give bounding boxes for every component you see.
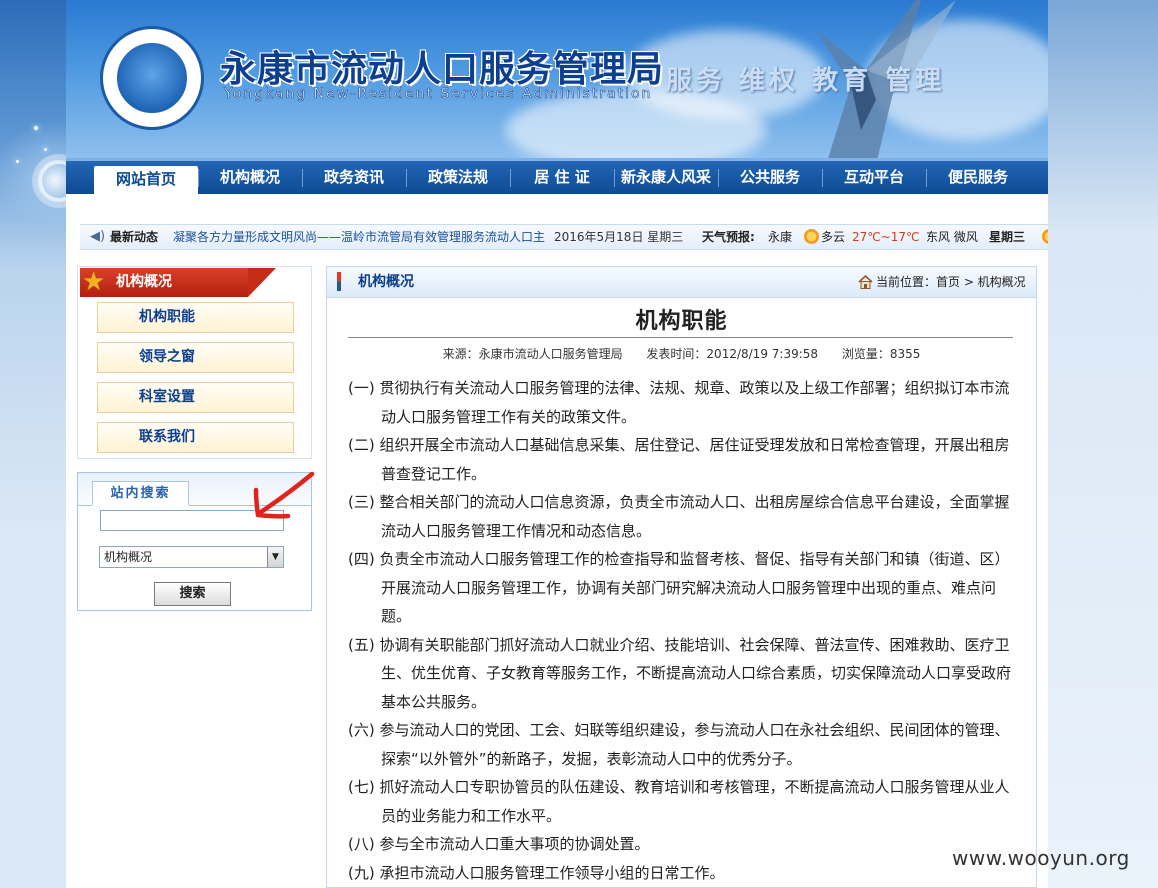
nav-item-new-residents[interactable]: 新永康人风采 (614, 161, 718, 194)
article-paragraph: (八) 参与全市流动人口重大事项的协调处置。 (348, 835, 650, 853)
page-container: 永康市流动人口服务管理局 Yongkang New-Resident Servi… (66, 0, 1048, 888)
article-body: (一) 贯彻执行有关流动人口服务管理的法律、法规、规章、政策以及上级工作部署；组… (348, 374, 1013, 887)
main-nav: 网站首页 机构概况 政务资讯 政策法规 居 住 证 新永康人风采 公共服务 互动… (66, 158, 1048, 196)
watermark: www.wooyun.org (952, 846, 1130, 870)
weather-city: 永康 (768, 230, 793, 244)
site-title: 永康市流动人口服务管理局 (220, 48, 665, 90)
red-arrow-annotation (253, 471, 315, 519)
sidebar-menu: 机构概况 ★ 机构职能 领导之窗 科室设置 联系我们 (77, 266, 312, 459)
content-panel: 机构概况 当前位置：首页 > 机构概况 机构职能 来源：永康市流动人口服务管理局… (326, 266, 1037, 888)
sidebar-item-contact[interactable]: 联系我们 (97, 422, 294, 453)
right-decoration (1048, 0, 1158, 888)
nav-item-residence-permit[interactable]: 居 住 证 (510, 161, 614, 194)
sparkle-icon (34, 126, 38, 130)
search-button[interactable]: 搜索 (154, 582, 231, 606)
article-paragraph: (六) 参与流动人口的党团、工会、妇联等组织建设，参与流动人口在永社会组织、民间… (348, 721, 1010, 768)
nav-item-about[interactable]: 机构概况 (198, 161, 302, 194)
article-source: 来源：永康市流动人口服务管理局 (442, 347, 623, 361)
article-paragraph: (二) 组织开展全市流动人口基础信息采集、居住登记、居住证受理发放和日常检查管理… (348, 436, 1010, 483)
left-decoration (0, 0, 80, 888)
home-icon (858, 275, 873, 289)
site-subtitle: Yongkang New-Resident Services Administr… (224, 86, 653, 103)
section-marker (337, 272, 341, 291)
article-paragraph: (七) 抓好流动人口专职协管员的队伍建设、教育培训和考核管理，不断提高流动人口服… (348, 778, 1010, 825)
search-category-select[interactable]: 机构概况 ▼ (99, 546, 284, 568)
nav-item-public-services[interactable]: 公共服务 (718, 161, 822, 194)
weather-condition: 多云 (821, 230, 846, 244)
nav-item-home[interactable]: 网站首页 (94, 166, 198, 196)
news-ticker: ◀) 最新动态 凝聚各方力量形成文明风尚——温岭市流管局有效管理服务流动人口主 … (80, 224, 1048, 250)
article-publish-time: 发表时间：2012/8/19 7:39:58 (646, 347, 819, 361)
sparkle-icon (44, 148, 47, 151)
ticker-date: 2016年5月18日 星期三 (554, 230, 684, 244)
search-category-value: 机构概况 (104, 550, 153, 564)
weather-temperature: 27℃~17℃ (852, 230, 920, 244)
nav-item-convenience[interactable]: 便民服务 (926, 161, 1030, 194)
nav-item-news[interactable]: 政务资讯 (302, 161, 406, 194)
article-paragraph: (四) 负责全市流动人口服务管理工作的检查指导和监督考核、督促、指导有关部门和镇… (348, 550, 1010, 625)
ticker-news-link[interactable]: 凝聚各方力量形成文明风尚——温岭市流管局有效管理服务流动人口主 (173, 225, 545, 249)
divider (92, 505, 189, 506)
article-paragraph: (三) 整合相关部门的流动人口信息资源，负责全市流动人口、出租房屋综合信息平台建… (348, 493, 1010, 540)
dropdown-arrow-icon[interactable]: ▼ (267, 547, 283, 567)
speaker-icon: ◀) (90, 229, 106, 244)
divider (348, 337, 1013, 338)
article-paragraph: (五) 协调有关职能部门抓好流动人口就业介绍、技能培训、社会保障、普法宣传、困难… (348, 635, 1012, 711)
sun-icon (804, 229, 819, 244)
section-title: 机构概况 (358, 274, 414, 290)
site-slogan: 服务 维权 教育 管理 (666, 66, 946, 96)
article-meta: 来源：永康市流动人口服务管理局 发表时间：2012/8/19 7:39:58 浏… (327, 345, 1036, 362)
sidebar-item-departments[interactable]: 科室设置 (97, 382, 294, 413)
weather-day: 星期三 (989, 230, 1026, 244)
ticker-label: 最新动态 (110, 230, 159, 244)
search-tab[interactable]: 站内搜索 (92, 481, 189, 506)
article-paragraph: (一) 贯彻执行有关流动人口服务管理的法律、法规、规章、政策以及上级工作部署；组… (348, 379, 1010, 426)
sun-icon (1042, 229, 1048, 244)
article-title: 机构职能 (635, 309, 728, 334)
sidebar-item-leadership[interactable]: 领导之窗 (97, 342, 294, 373)
sparkle-icon (16, 160, 19, 163)
nav-item-interaction[interactable]: 互动平台 (822, 161, 926, 194)
weather-label: 天气预报: (702, 230, 755, 244)
article-views: 浏览量：8355 (841, 347, 921, 361)
article-paragraph: (九) 承担市流动人口服务管理工作领导小组的日常工作。 (348, 863, 725, 882)
weather-wind: 东风 微风 (926, 230, 978, 244)
nav-spacer (66, 194, 1048, 220)
star-icon: ★ (82, 267, 106, 297)
agency-logo (100, 26, 204, 130)
content-header: 机构概况 当前位置：首页 > 机构概况 (327, 267, 1036, 298)
sidebar-item-functions[interactable]: 机构职能 (97, 302, 294, 333)
breadcrumb: 当前位置：首页 > 机构概况 (876, 275, 1026, 289)
site-banner: 永康市流动人口服务管理局 Yongkang New-Resident Servi… (66, 0, 1048, 158)
nav-item-policy[interactable]: 政策法规 (406, 161, 510, 194)
